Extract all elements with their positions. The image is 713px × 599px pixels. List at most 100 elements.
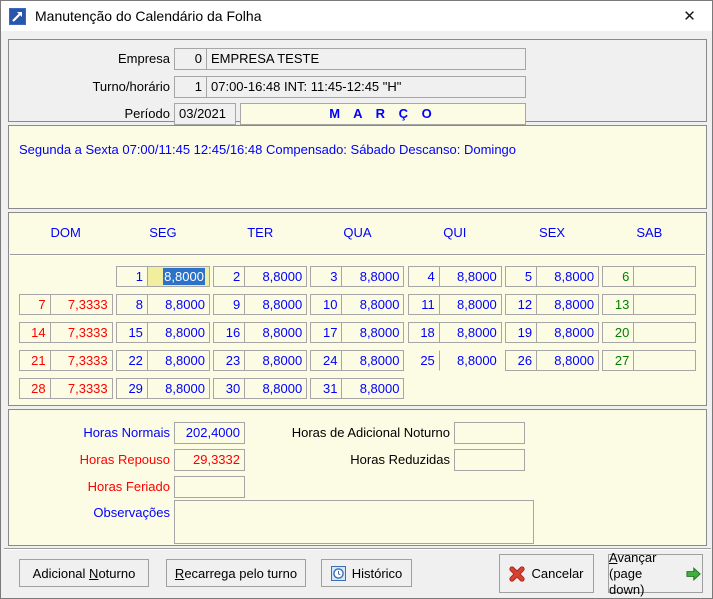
recarrega-pelo-turno-button[interactable]: Recarrega pelo turno: [166, 559, 306, 587]
day-hours-field[interactable]: 8,8000: [342, 266, 404, 287]
day-hours-field[interactable]: 8,8000: [342, 378, 404, 399]
day-hours-field[interactable]: 8,8000: [245, 322, 307, 343]
day-hours-field[interactable]: 8,8000: [148, 350, 210, 371]
day-hours-field[interactable]: 8,8000: [245, 350, 307, 371]
empresa-label: Empresa: [9, 48, 170, 70]
day-number: 7: [19, 294, 51, 315]
turno-code-field: 1: [174, 76, 207, 98]
avancar-button[interactable]: Avançar (page down): [608, 554, 703, 593]
calendar-day-24: 248,8000: [310, 350, 404, 371]
day-hours-field[interactable]: [634, 294, 696, 315]
day-number: 22: [116, 350, 148, 371]
day-number: 11: [408, 294, 440, 315]
calendar-header-seg: SEG: [149, 225, 176, 243]
calendar-day-11: 118,8000: [408, 294, 502, 315]
calendar-day-7: 77,3333: [19, 294, 113, 315]
calendar-day-19: 198,8000: [505, 322, 599, 343]
adicional-noturno-button[interactable]: Adicional Noturno: [19, 559, 149, 587]
day-number: 18: [408, 322, 440, 343]
trend-arrow-icon: [9, 8, 26, 25]
day-number: 15: [116, 322, 148, 343]
day-hours-field[interactable]: 7,3333: [51, 294, 113, 315]
adicional-noturno-field[interactable]: [454, 422, 525, 444]
day-number: 1: [116, 266, 148, 287]
calendar-day-5: 58,8000: [505, 266, 599, 287]
adicional-noturno-label: Horas de Adicional Noturno: [209, 422, 450, 444]
day-hours-field[interactable]: [634, 322, 696, 343]
calendar-header-divider: [10, 254, 705, 256]
calendar-day-28: 287,3333: [19, 378, 113, 399]
day-hours-field[interactable]: 8,8000: [245, 266, 307, 287]
day-hours-field[interactable]: 8,8000: [148, 294, 210, 315]
day-number: 17: [310, 322, 342, 343]
calendar-day-29: 298,8000: [116, 378, 210, 399]
calendar-day-4: 48,8000: [408, 266, 502, 287]
calendar-day-8: 88,8000: [116, 294, 210, 315]
horas-feriado-field[interactable]: [174, 476, 245, 498]
calendar-day-30: 308,8000: [213, 378, 307, 399]
horas-repouso-label: Horas Repouso: [9, 449, 170, 471]
window-title: Manutenção do Calendário da Folha: [35, 8, 262, 24]
calendar-header-ter: TER: [247, 225, 273, 243]
day-hours-field[interactable]: 8,8000: [440, 266, 502, 287]
day-hours-field[interactable]: 8,8000: [440, 350, 502, 371]
day-hours-field[interactable]: 8,8000: [245, 378, 307, 399]
day-hours-field[interactable]: 7,3333: [51, 378, 113, 399]
day-number: 3: [310, 266, 342, 287]
close-button[interactable]: ✕: [667, 1, 712, 31]
day-number: 13: [602, 294, 634, 315]
day-hours-field[interactable]: 7,3333: [51, 322, 113, 343]
day-hours-field[interactable]: 8,8000: [537, 266, 599, 287]
day-hours-field[interactable]: 8,8000: [148, 378, 210, 399]
day-number: 6: [602, 266, 634, 287]
day-hours-field[interactable]: 8,8000: [342, 294, 404, 315]
calendar-day-12: 128,8000: [505, 294, 599, 315]
historico-button[interactable]: Histórico: [321, 559, 412, 587]
dialog-window: Manutenção do Calendário da Folha ✕ Empr…: [0, 0, 713, 599]
observacoes-label: Observações: [9, 502, 170, 524]
day-hours-field[interactable]: 8,8000: [537, 294, 599, 315]
day-hours-field[interactable]: 8,8000: [342, 322, 404, 343]
calendar-headers: DOMSEGTERQUAQUISEXSAB: [17, 225, 698, 243]
day-hours-field[interactable]: 8,8000: [537, 350, 599, 371]
day-number: 20: [602, 322, 634, 343]
day-number: 26: [505, 350, 537, 371]
calendar-day-16: 168,8000: [213, 322, 307, 343]
day-number: 19: [505, 322, 537, 343]
day-hours-field[interactable]: 8,8000: [148, 266, 210, 287]
day-number: 8: [116, 294, 148, 315]
calendar-day-21: 217,3333: [19, 350, 113, 371]
title-bar: Manutenção do Calendário da Folha ✕: [1, 1, 712, 31]
shift-description-area[interactable]: Segunda a Sexta 07:00/11:45 12:45/16:48 …: [8, 125, 707, 209]
cancelar-button[interactable]: Cancelar: [499, 554, 594, 593]
day-number: 2: [213, 266, 245, 287]
day-number: 12: [505, 294, 537, 315]
turno-name-field: 07:00-16:48 INT: 11:45-12:45 "H": [206, 76, 526, 98]
observacoes-field[interactable]: [174, 500, 534, 544]
periodo-month-display: M A R Ç O: [240, 103, 526, 125]
day-hours-field[interactable]: 8,8000: [245, 294, 307, 315]
header-form-panel: Empresa 0 EMPRESA TESTE Turno/horário 1 …: [8, 39, 707, 122]
day-hours-field[interactable]: 8,8000: [537, 322, 599, 343]
calendar-day-15: 158,8000: [116, 322, 210, 343]
adicional-noturno-button-label: Adicional Noturno: [33, 566, 136, 581]
calendar-day-13: 13: [602, 294, 696, 315]
day-hours-field[interactable]: 7,3333: [51, 350, 113, 371]
day-hours-field[interactable]: 8,8000: [440, 322, 502, 343]
day-number: 24: [310, 350, 342, 371]
day-hours-field[interactable]: [634, 350, 696, 371]
calendar-day-27: 27: [602, 350, 696, 371]
calendar-header-dom: DOM: [50, 225, 80, 243]
day-number: 23: [213, 350, 245, 371]
horas-reduzidas-label: Horas Reduzidas: [209, 449, 450, 471]
day-hours-field[interactable]: 8,8000: [342, 350, 404, 371]
day-hours-field[interactable]: 8,8000: [440, 294, 502, 315]
day-hours-field[interactable]: [634, 266, 696, 287]
day-number: 21: [19, 350, 51, 371]
calendar-day-18: 188,8000: [408, 322, 502, 343]
day-number: 9: [213, 294, 245, 315]
periodo-field[interactable]: 03/2021: [174, 103, 236, 125]
day-hours-field[interactable]: 8,8000: [148, 322, 210, 343]
horas-reduzidas-field[interactable]: [454, 449, 525, 471]
calendar-day-6: 6: [602, 266, 696, 287]
